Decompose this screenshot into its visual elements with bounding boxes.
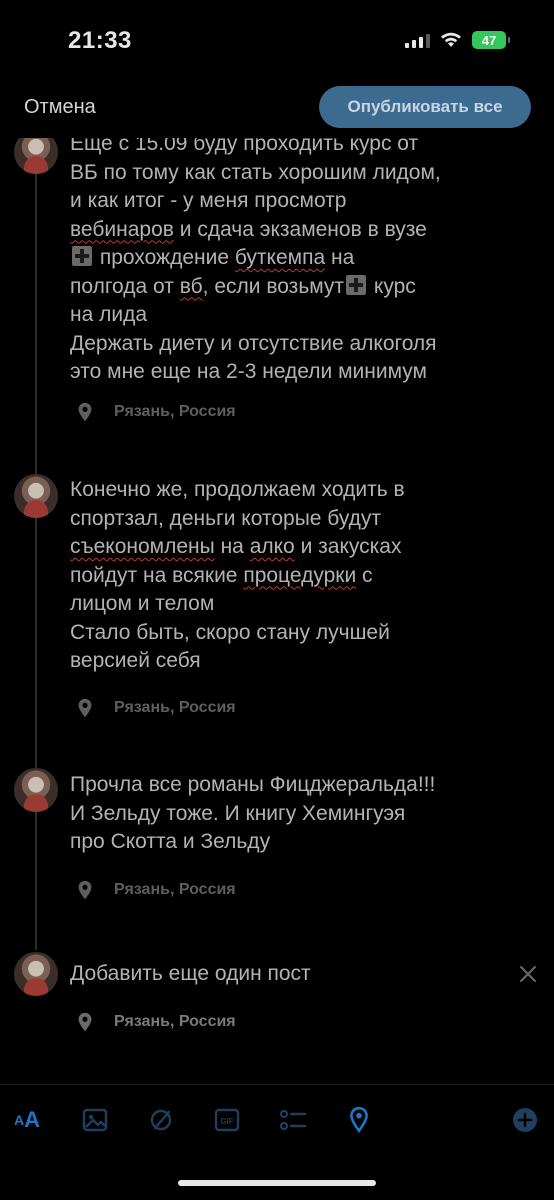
status-icons: 47 — [405, 31, 510, 49]
post-text[interactable]: Конечно же, продолжаем ходить в спортзал… — [70, 476, 510, 676]
cellular-signal-icon — [405, 32, 430, 48]
thread-line — [35, 168, 37, 950]
location-pin-icon — [78, 402, 92, 422]
location-icon[interactable] — [344, 1105, 374, 1135]
text-size-icon[interactable]: AA — [12, 1105, 42, 1135]
image-icon[interactable] — [80, 1105, 110, 1135]
location-pin-icon — [78, 698, 92, 718]
location-label: Рязань, Россия — [114, 403, 236, 420]
avatar — [14, 952, 58, 996]
home-indicator — [178, 1180, 376, 1186]
post-text[interactable]: Еще с 15.09 буду проходить курс от ВБ по… — [70, 130, 510, 387]
list-icon[interactable] — [278, 1105, 308, 1135]
new-post-input[interactable]: Добавить еще один пост — [70, 960, 510, 989]
location-label: Рязань, Россия — [114, 1013, 236, 1030]
svg-text:GIF: GIF — [220, 1117, 233, 1126]
location-tag[interactable]: Рязань, Россия — [74, 879, 236, 901]
location-tag[interactable]: Рязань, Россия — [74, 401, 236, 423]
compose-toolbar: AA GIF — [0, 1084, 554, 1155]
location-pin-icon — [78, 1012, 92, 1032]
wifi-icon — [441, 32, 461, 47]
gif-icon[interactable]: GIF — [212, 1105, 242, 1135]
battery-level: 47 — [481, 32, 497, 48]
location-tag[interactable]: Рязань, Россия — [74, 697, 236, 719]
battery-icon: 47 — [472, 31, 510, 49]
plus-emoji-icon — [72, 246, 92, 266]
status-bar: 21:33 47 — [0, 0, 554, 80]
location-pin-icon — [78, 880, 92, 900]
location-label: Рязань, Россия — [114, 699, 236, 716]
avatar — [14, 474, 58, 518]
publish-all-button[interactable]: Опубликовать все — [319, 86, 531, 128]
location-label: Рязань, Россия — [114, 881, 236, 898]
add-icon[interactable] — [510, 1105, 540, 1135]
avatar — [14, 768, 58, 812]
post-text[interactable]: Прочла все романы Фицджеральда!!! И Зель… — [70, 771, 510, 857]
status-time: 21:33 — [68, 27, 132, 54]
compose-header: Отмена Опубликовать все — [0, 80, 554, 138]
plus-emoji-icon — [346, 274, 367, 295]
location-tag[interactable]: Рязань, Россия — [74, 1011, 236, 1033]
cancel-button[interactable]: Отмена — [24, 96, 96, 119]
close-icon[interactable] — [516, 962, 540, 986]
circle-slash-icon[interactable] — [146, 1105, 176, 1135]
